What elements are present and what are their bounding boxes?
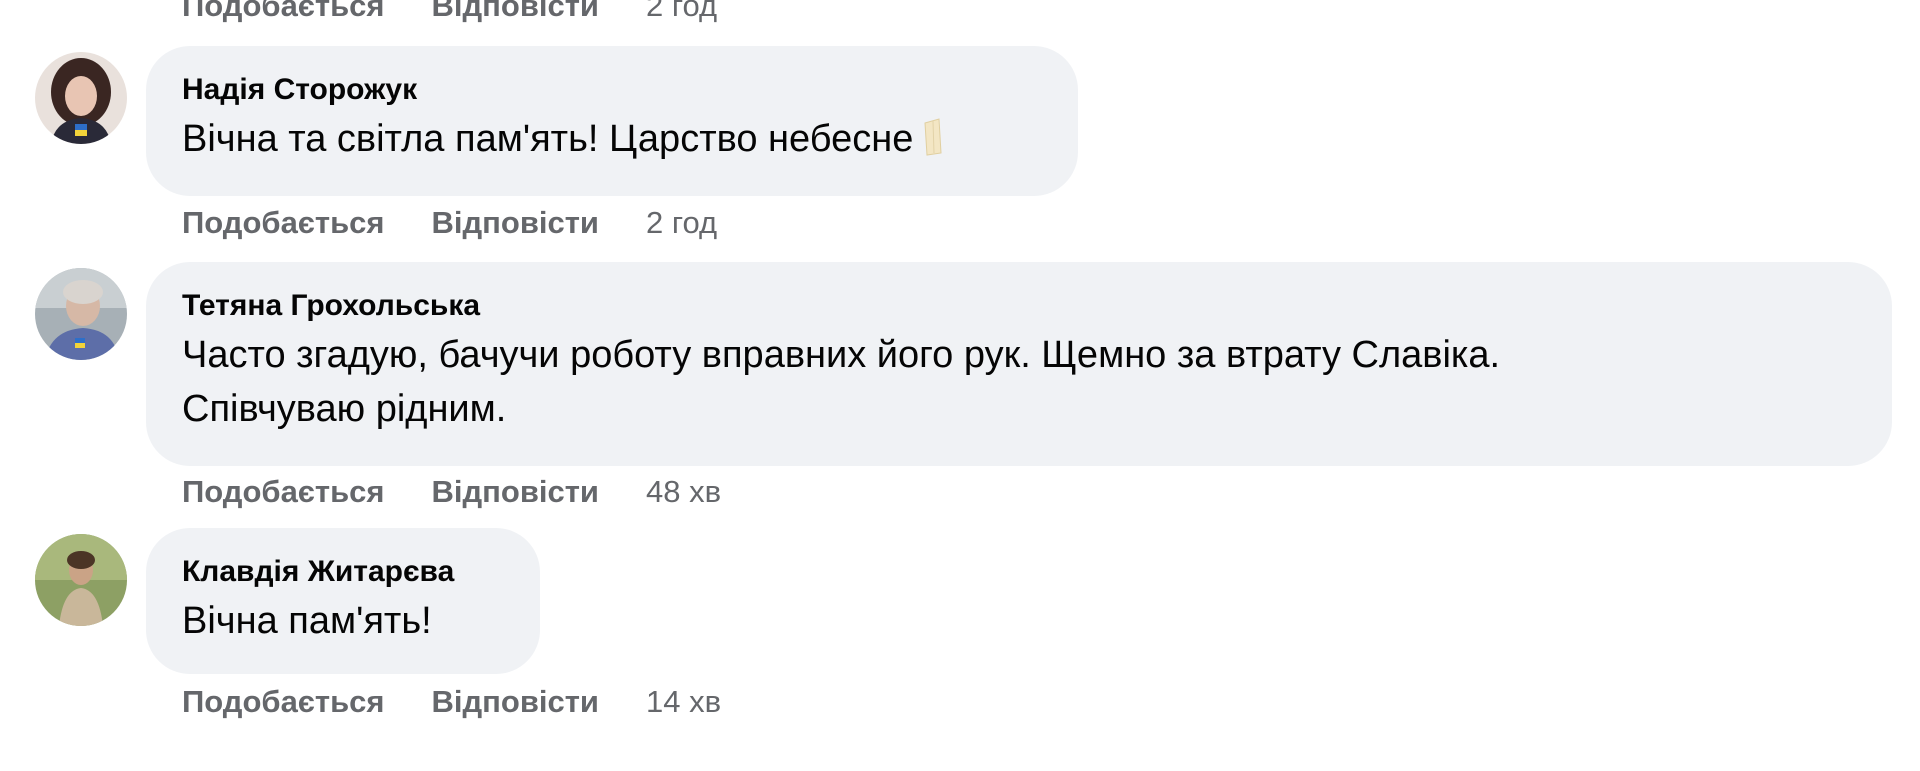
- comment-author-name[interactable]: Надія Сторожук: [182, 72, 1038, 108]
- comment-text-line: Співчуваю рідним.: [182, 388, 507, 430]
- comment-timestamp[interactable]: 48 хв: [646, 474, 721, 510]
- comment-actions: Подобається Відповісти 14 хв: [182, 682, 721, 722]
- comment-timestamp[interactable]: 14 хв: [646, 684, 721, 720]
- comment-text-line: Часто згадую, бачучи роботу вправних йог…: [182, 334, 1501, 376]
- comment-author-name[interactable]: Клавдія Житарєва: [182, 554, 500, 590]
- comment-text-line: Вічна та світла пам'ять! Царство небесне: [182, 118, 914, 160]
- folded-hands-emoji-icon: [919, 117, 947, 157]
- reply-button[interactable]: Відповісти: [432, 205, 600, 241]
- comment-timestamp[interactable]: 2 год: [646, 205, 717, 241]
- avatar-photo-icon: [35, 52, 127, 144]
- comment-bubble: Тетяна Грохольська Часто згадую, бачучи …: [146, 262, 1892, 466]
- comment-actions-previous: Подобається Відповісти 2 год: [182, 0, 717, 26]
- like-button[interactable]: Подобається: [182, 474, 385, 510]
- comment-text-line: Вічна пам'ять!: [182, 600, 432, 642]
- avatar[interactable]: [35, 52, 127, 144]
- comment-timestamp[interactable]: 2 год: [646, 0, 717, 24]
- comments-thread: Подобається Відповісти 2 год Надія Сторо…: [0, 0, 1920, 771]
- like-button[interactable]: Подобається: [182, 0, 385, 24]
- avatar-photo-icon: [35, 534, 127, 626]
- avatar[interactable]: [35, 268, 127, 360]
- comment-actions: Подобається Відповісти 48 хв: [182, 472, 721, 512]
- comment-text: Вічна та світла пам'ять! Царство небесне: [182, 112, 1038, 166]
- reply-button[interactable]: Відповісти: [432, 0, 600, 24]
- comment-text: Часто згадую, бачучи роботу вправних йог…: [182, 328, 1852, 436]
- reply-button[interactable]: Відповісти: [432, 474, 600, 510]
- comment-text: Вічна пам'ять!: [182, 594, 500, 648]
- comment-author-name[interactable]: Тетяна Грохольська: [182, 288, 1852, 324]
- avatar-photo-icon: [35, 268, 127, 360]
- reply-button[interactable]: Відповісти: [432, 684, 600, 720]
- avatar[interactable]: [35, 534, 127, 626]
- comment-bubble: Клавдія Житарєва Вічна пам'ять!: [146, 528, 540, 674]
- comment-actions: Подобається Відповісти 2 год: [182, 203, 717, 243]
- like-button[interactable]: Подобається: [182, 205, 385, 241]
- like-button[interactable]: Подобається: [182, 684, 385, 720]
- comment-bubble: Надія Сторожук Вічна та світла пам'ять! …: [146, 46, 1078, 196]
